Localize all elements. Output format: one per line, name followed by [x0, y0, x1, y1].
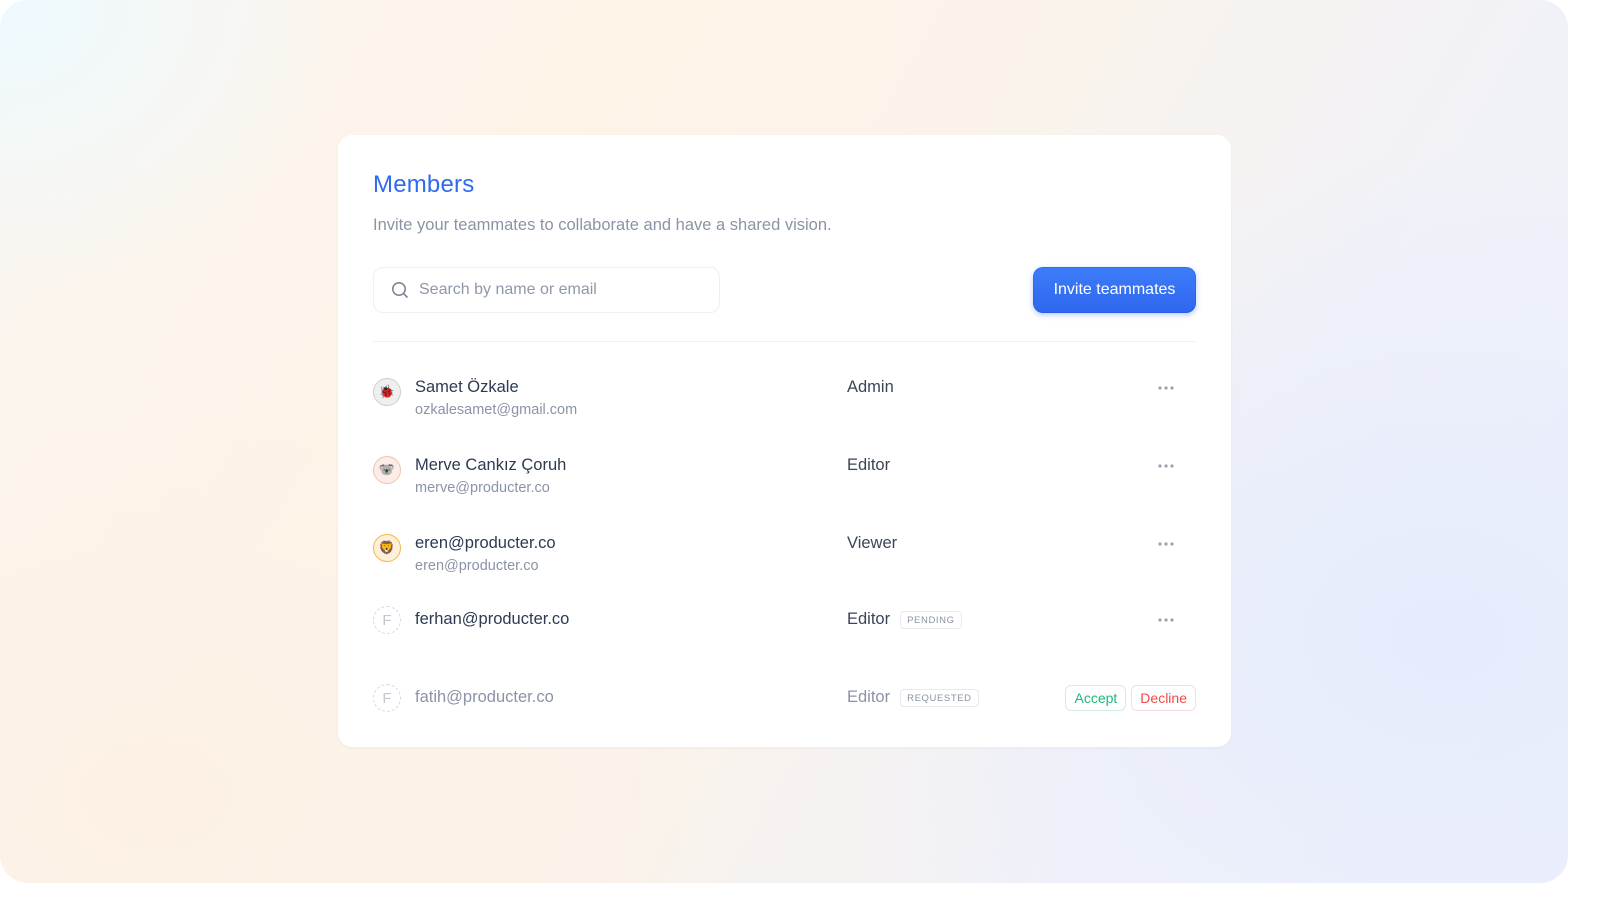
search-icon: [390, 280, 410, 300]
member-name: fatih@producter.co: [415, 688, 554, 706]
more-options-icon[interactable]: [1156, 612, 1176, 628]
member-name: eren@producter.co: [415, 534, 556, 552]
invite-teammates-button[interactable]: Invite teammates: [1033, 267, 1196, 313]
search-input[interactable]: [419, 281, 709, 299]
more-options-icon[interactable]: [1156, 380, 1176, 396]
member-row: 🐨 Merve Cankız Çoruh merve@producter.co …: [373, 456, 1196, 516]
avatar: 🐞: [373, 378, 401, 406]
member-row: 🐞 Samet Özkale ozkalesamet@gmail.com Adm…: [373, 378, 1196, 438]
status-badge: REQUESTED: [900, 688, 979, 707]
avatar: F: [373, 606, 401, 634]
members-panel: Members Invite your teammates to collabo…: [338, 135, 1231, 747]
member-name: ferhan@producter.co: [415, 610, 570, 628]
member-email: ozkalesamet@gmail.com: [415, 402, 578, 418]
more-options-icon[interactable]: [1156, 458, 1176, 474]
avatar: 🦁: [373, 534, 401, 562]
status-badge: PENDING: [900, 610, 962, 629]
divider: [373, 341, 1196, 342]
role-label: Admin: [847, 378, 894, 396]
member-role: Admin: [847, 378, 894, 397]
role-label: Viewer: [847, 534, 898, 552]
role-label: Editor: [847, 456, 891, 474]
avatar: F: [373, 684, 401, 712]
member-row: 🦁 eren@producter.co eren@producter.co Vi…: [373, 534, 1196, 594]
member-row: F ferhan@producter.co Editor PENDING: [373, 606, 1196, 666]
member-name: Samet Özkale: [415, 378, 519, 396]
member-role: Viewer: [847, 534, 897, 553]
member-row: F fatih@producter.co Editor REQUESTED Ac…: [373, 684, 1196, 744]
member-email: merve@producter.co: [415, 480, 550, 496]
avatar: 🐨: [373, 456, 401, 484]
more-options-icon[interactable]: [1156, 536, 1176, 552]
member-email: eren@producter.co: [415, 558, 539, 574]
role-label: Editor: [847, 688, 891, 706]
member-name: Merve Cankız Çoruh: [415, 456, 567, 474]
page-title: Members: [373, 171, 475, 198]
member-role: Editor PENDING: [847, 610, 962, 629]
member-role: Editor: [847, 456, 890, 475]
member-role: Editor REQUESTED: [847, 688, 979, 707]
decline-button[interactable]: Decline: [1131, 685, 1196, 711]
accept-button[interactable]: Accept: [1065, 685, 1127, 711]
search-box[interactable]: [373, 267, 720, 313]
request-actions: Accept Decline: [1065, 685, 1196, 711]
page-subtitle: Invite your teammates to collaborate and…: [373, 216, 832, 234]
role-label: Editor: [847, 610, 891, 628]
